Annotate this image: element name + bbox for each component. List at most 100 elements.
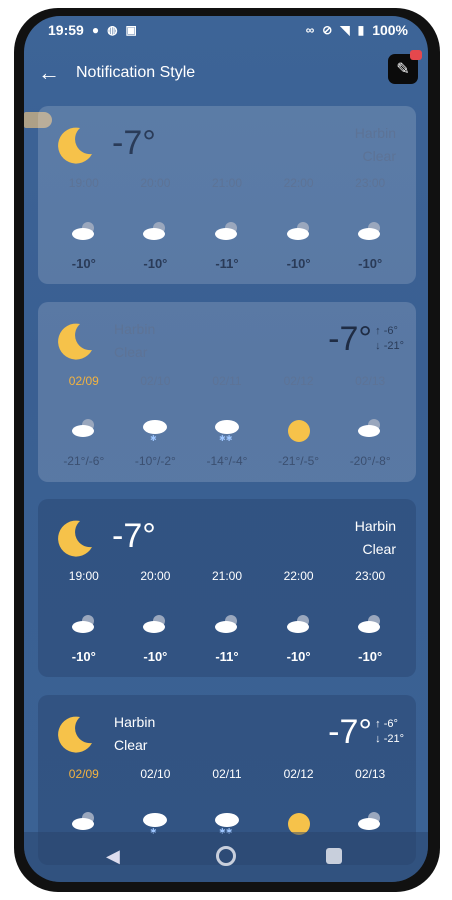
screen: 19:59 ● ◍ ▣ ∞ ⊘ ◥ ▮ 100% ← Notification … bbox=[24, 16, 428, 882]
hour-temp: -11° bbox=[215, 256, 239, 271]
back-arrow-icon[interactable]: ← bbox=[38, 60, 60, 86]
mute-icon: ⊘ bbox=[322, 23, 333, 37]
cloudy-night-icon bbox=[120, 221, 192, 241]
hour-labels: 19:00 20:00 21:00 22:00 23:00 bbox=[48, 569, 406, 583]
date-label: 02/11 bbox=[212, 374, 242, 388]
condition: Clear bbox=[114, 737, 148, 753]
hour-label: 23:00 bbox=[355, 569, 386, 583]
cloudy-night-icon bbox=[263, 221, 335, 241]
hour-label: 20:00 bbox=[140, 176, 171, 190]
condition: Clear bbox=[362, 541, 396, 557]
page-title: Notification Style bbox=[76, 64, 196, 81]
day-values: -21°/-6° -10°/-2° -14°/-4° -21°/-5° -20°… bbox=[48, 454, 406, 468]
low-arrow-icon: ↓ bbox=[375, 340, 381, 352]
hour-label: 22:00 bbox=[283, 569, 314, 583]
cloudy-night-icon bbox=[48, 614, 120, 634]
cloudy-night-icon bbox=[334, 614, 406, 634]
notification-style-card-1[interactable]: -7° Harbin Clear 19:00 20:00 21:00 22:00… bbox=[38, 106, 416, 284]
battery-level: 100% bbox=[372, 22, 408, 38]
city: Harbin bbox=[354, 125, 396, 141]
cloudy-night-icon bbox=[191, 614, 263, 634]
cloudy-night-icon bbox=[191, 221, 263, 241]
condition: Clear bbox=[114, 344, 148, 360]
hour-label: 23:00 bbox=[355, 176, 386, 190]
svg-text:✱: ✱ bbox=[150, 434, 157, 442]
hour-label: 19:00 bbox=[68, 176, 99, 190]
location: Harbin Clear bbox=[114, 318, 155, 364]
badge-icon bbox=[410, 50, 422, 60]
city: Harbin bbox=[114, 714, 156, 730]
hour-values: -10° -10° -11° -10° -10° bbox=[48, 649, 406, 664]
svg-text:✱✱: ✱✱ bbox=[219, 434, 233, 442]
hour-temp: -10° bbox=[286, 256, 311, 271]
city: Harbin bbox=[114, 321, 156, 337]
date-label: 02/09 bbox=[68, 374, 99, 388]
cloudy-night-icon bbox=[120, 614, 192, 634]
hour-temp: -10° bbox=[358, 256, 383, 271]
current-temp: -7° bbox=[112, 124, 156, 162]
hour-icons bbox=[48, 221, 406, 241]
battery-icon: ▮ bbox=[357, 23, 365, 37]
status-time: 19:59 bbox=[48, 22, 84, 38]
hour-labels: 19:00 20:00 21:00 22:00 23:00 bbox=[48, 176, 406, 190]
date-label: 02/13 bbox=[355, 767, 386, 781]
wifi-icon: ◥ bbox=[340, 23, 350, 37]
current-temp: -7° bbox=[112, 517, 156, 555]
day-temp-range: -21°/-5° bbox=[278, 454, 320, 468]
hour-temp: -11° bbox=[215, 649, 239, 664]
cloudy-night-icon bbox=[48, 221, 120, 241]
notification-style-card-3[interactable]: -7° Harbin Clear 19:00 20:00 21:00 22:00… bbox=[38, 499, 416, 677]
nav-home-icon[interactable] bbox=[216, 846, 236, 866]
hour-label: 19:00 bbox=[68, 569, 99, 583]
hour-temp: -10° bbox=[143, 649, 168, 664]
date-label: 02/12 bbox=[283, 374, 314, 388]
feather-app-icon[interactable]: ✎ bbox=[388, 50, 422, 84]
hour-temp: -10° bbox=[143, 256, 168, 271]
date-labels: 02/09 02/10 02/11 02/12 02/13 bbox=[48, 374, 406, 388]
location: Harbin Clear bbox=[114, 711, 155, 757]
hour-label: 22:00 bbox=[283, 176, 314, 190]
high-arrow-icon: ↑ bbox=[375, 718, 381, 730]
low-temp: -21° bbox=[383, 340, 404, 352]
hour-temp: -10° bbox=[358, 649, 383, 664]
date-label: 02/12 bbox=[283, 767, 314, 781]
high-temp: -6° bbox=[383, 718, 398, 730]
hour-temp: -10° bbox=[71, 256, 96, 271]
cat-icon: ▣ bbox=[125, 23, 137, 37]
app-bar: ← Notification Style ✎ bbox=[24, 50, 428, 94]
hour-icons bbox=[48, 614, 406, 634]
date-labels: 02/09 02/10 02/11 02/12 02/13 bbox=[48, 767, 406, 781]
hour-values: -10° -10° -11° -10° -10° bbox=[48, 256, 406, 271]
nav-back-icon[interactable]: ◀ bbox=[106, 846, 120, 867]
moon-icon bbox=[58, 323, 92, 360]
day-icons: ✱ ✱✱ bbox=[48, 418, 406, 444]
snow-cloud-icon: ✱ bbox=[120, 418, 192, 444]
day-temp-range: -20°/-8° bbox=[349, 454, 391, 468]
high-low: ↑ -6° ↓ -21° bbox=[375, 717, 404, 747]
current-temp: -7° bbox=[328, 320, 372, 358]
globe-icon: ◍ bbox=[107, 23, 118, 37]
hour-temp: -10° bbox=[286, 649, 311, 664]
link-icon: ∞ bbox=[305, 23, 315, 37]
hour-temp: -10° bbox=[71, 649, 96, 664]
moon-icon bbox=[58, 127, 92, 164]
moon-icon bbox=[58, 520, 92, 557]
high-low: ↑ -6° ↓ -21° bbox=[375, 324, 404, 354]
notification-style-card-2[interactable]: Harbin Clear -7° ↑ -6° ↓ -21° 02/09 02/1… bbox=[38, 302, 416, 482]
low-temp: -21° bbox=[383, 733, 404, 745]
status-bar: 19:59 ● ◍ ▣ ∞ ⊘ ◥ ▮ 100% bbox=[24, 16, 428, 48]
nav-recent-apps-icon[interactable] bbox=[326, 848, 342, 864]
low-arrow-icon: ↓ bbox=[375, 733, 381, 745]
cloudy-night-icon bbox=[334, 221, 406, 241]
snow-cloud-icon: ✱✱ bbox=[191, 418, 263, 444]
date-label: 02/10 bbox=[140, 374, 171, 388]
current-temp: -7° bbox=[328, 713, 372, 751]
day-temp-range: -10°/-2° bbox=[134, 454, 176, 468]
cloudy-night-icon bbox=[48, 418, 120, 444]
moon-icon bbox=[58, 716, 92, 753]
sun-icon bbox=[263, 418, 335, 444]
chat-icon: ● bbox=[91, 23, 100, 37]
day-temp-range: -21°/-6° bbox=[63, 454, 105, 468]
hour-label: 21:00 bbox=[211, 569, 242, 583]
high-arrow-icon: ↑ bbox=[375, 325, 381, 337]
